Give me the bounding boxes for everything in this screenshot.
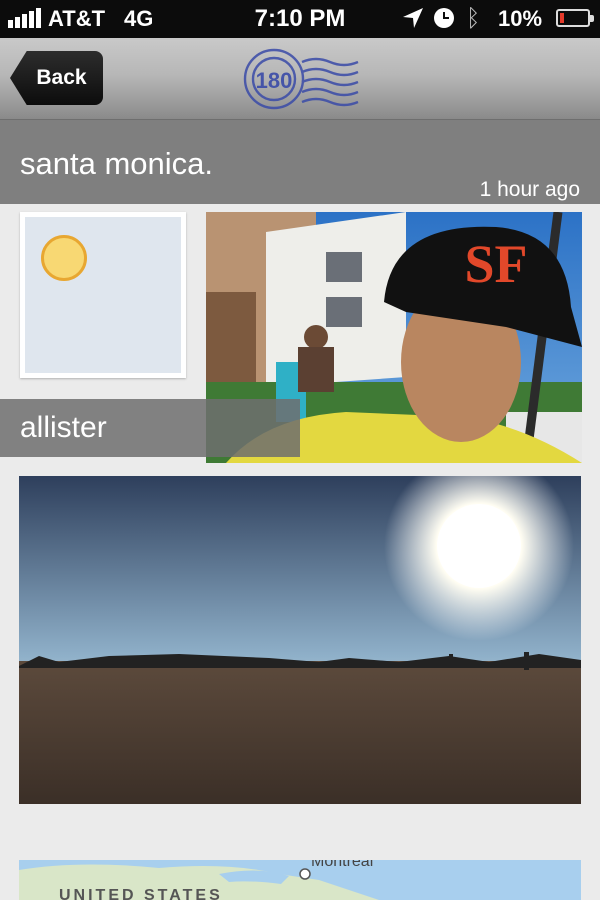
sun-icon [41,235,87,281]
nav-bar: Back 180 [0,38,600,120]
location-arrow-icon [403,8,423,28]
avatar-placeholder [25,217,181,373]
post-time-ago: 1 hour ago [479,178,580,201]
username-bar: allister [0,399,300,457]
battery-percent: 10% [498,6,543,31]
back-button-label: Back [36,66,87,89]
beach-sunset-photo[interactable] [19,476,581,804]
svg-text:Montreal: Montreal [311,860,373,870]
status-bar: AT&T 4G 7:10 PM ᛒ 10% [0,0,600,38]
battery-icon [556,9,594,27]
postmark-logo: 180 [243,48,359,110]
svg-text:SF: SF [464,234,527,294]
username[interactable]: allister [20,411,107,445]
svg-text:180: 180 [256,68,293,93]
post-header: santa monica. 1 hour ago [0,120,600,204]
post-location: santa monica. [20,146,213,181]
clock-icon [434,8,454,28]
location-map[interactable]: Montreal UNITED STATES [19,860,581,900]
bluetooth-icon: ᛒ [466,5,481,32]
avatar[interactable] [20,212,186,378]
back-button[interactable]: Back [10,51,103,105]
svg-text:UNITED STATES: UNITED STATES [59,887,223,900]
